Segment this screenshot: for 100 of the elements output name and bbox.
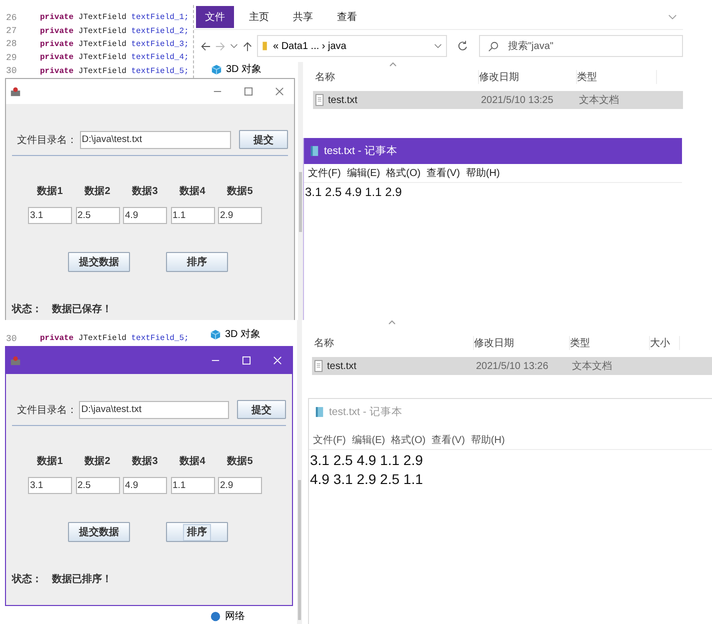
status-label: 状态： [12, 572, 42, 586]
column-header[interactable]: 类型 [577, 70, 657, 84]
ribbon-tab[interactable]: 共享 [284, 6, 322, 28]
line-number: 29 [5, 52, 18, 63]
data-field[interactable]: 4.9 [123, 477, 167, 494]
column-header[interactable]: 修改日期 [479, 70, 577, 84]
nav-item[interactable]: 3D 对象 [211, 63, 262, 75]
menu-item[interactable]: 查看(V) [426, 166, 460, 180]
data-label: 数据2 [83, 454, 112, 468]
submit-button[interactable]: 提交 [238, 130, 288, 149]
submit-button[interactable]: 提交 [237, 400, 286, 419]
text-file-icon [314, 360, 323, 372]
network-icon [210, 610, 221, 622]
menu-item[interactable]: 帮助(H) [466, 166, 500, 180]
menu-item[interactable]: 格式(O) [391, 433, 426, 447]
menu-item[interactable]: 文件(F) [313, 433, 346, 447]
status-text: 数据已保存！ [52, 302, 112, 316]
window-title: test.txt - 记事本 [324, 144, 398, 158]
ribbon-tab[interactable]: 主页 [240, 6, 278, 28]
text-file-icon [315, 94, 324, 106]
column-header[interactable]: 名称 [302, 336, 474, 350]
address-bar[interactable]: « Data1 ... › java [257, 35, 447, 57]
menu-item[interactable]: 编辑(E) [346, 166, 380, 180]
dropdown-icon[interactable] [434, 43, 442, 49]
data-label: 数据3 [130, 454, 159, 468]
status-text: 数据已排序！ [52, 572, 112, 586]
refresh-icon[interactable] [457, 40, 469, 52]
app-icon [10, 355, 21, 366]
search-field[interactable]: 搜索"java" [479, 35, 683, 57]
data-field[interactable]: 3.1 [28, 477, 72, 494]
line-number: 27 [5, 26, 18, 36]
menu-item[interactable]: 帮助(H) [470, 433, 505, 447]
file-row[interactable]: test.txt 2021/5/10 13:25 文本文档 [313, 91, 683, 109]
data-label: 数据3 [130, 184, 159, 198]
text-line: 4.9 3.1 2.9 2.5 1.1 [310, 471, 424, 489]
action-button[interactable]: 排序 [166, 252, 228, 272]
text-line: 3.1 2.5 4.9 1.1 2.9 [305, 185, 403, 200]
code-text: private JTextField textField_5; [40, 66, 189, 76]
code-text: private JTextField textField_1; [40, 13, 189, 22]
path-label: 文件目录名： [17, 134, 78, 146]
ribbon-tab[interactable]: 查看 [328, 6, 366, 28]
action-button[interactable]: 排序 [166, 522, 228, 542]
action-button[interactable]: 提交数据 [68, 252, 130, 272]
code-text: private JTextField textField_5; [40, 334, 189, 344]
ribbon-tab[interactable]: 文件 [196, 6, 234, 28]
data-field[interactable]: 1.1 [170, 477, 214, 494]
data-label: 数据1 [36, 184, 64, 198]
cube-icon [210, 328, 221, 340]
data-label: 数据5 [226, 184, 254, 198]
data-field[interactable]: 2.5 [76, 207, 120, 224]
file-type: 文本文档 [579, 94, 620, 107]
column-header[interactable]: 名称 [303, 70, 479, 84]
data-label: 数据4 [178, 184, 206, 198]
close-icon[interactable] [275, 87, 284, 96]
data-label: 数据1 [36, 454, 64, 468]
scrollbar[interactable] [297, 320, 302, 624]
nav-item[interactable]: 3D 对象 [210, 328, 261, 340]
nav-item[interactable]: 网络 [210, 610, 245, 622]
window-title: test.txt - 记事本 [329, 405, 402, 419]
data-field[interactable]: 3.1 [28, 207, 72, 224]
file-name: test.txt [328, 94, 358, 106]
column-header[interactable]: 类型 [570, 336, 650, 350]
data-field[interactable]: 1.1 [170, 207, 214, 224]
maximize-icon[interactable] [244, 87, 253, 96]
action-button[interactable]: 提交数据 [68, 522, 130, 542]
file-type: 文本文档 [572, 360, 613, 373]
dropdown-icon[interactable] [230, 43, 238, 49]
data-field[interactable]: 4.9 [123, 207, 167, 224]
back-arrow-icon[interactable] [200, 40, 211, 52]
path-field[interactable]: D:\java\test.txt [79, 400, 230, 418]
data-field[interactable]: 2.5 [76, 477, 120, 494]
status-label: 状态： [12, 302, 42, 316]
search-icon [488, 41, 499, 52]
path-field[interactable]: D:\java\test.txt [80, 130, 231, 148]
menu-item[interactable]: 格式(O) [386, 166, 421, 180]
line-number: 30 [5, 66, 18, 76]
data-field[interactable]: 2.9 [218, 207, 262, 224]
path-label: 文件目录名： [17, 404, 78, 416]
code-text: private JTextField textField_2; [40, 26, 189, 36]
file-date: 2021/5/10 13:26 [476, 360, 550, 372]
up-arrow-icon[interactable] [242, 40, 253, 52]
scrollbar[interactable] [298, 62, 303, 320]
menu-item[interactable]: 查看(V) [432, 433, 465, 447]
file-date: 2021/5/10 13:25 [481, 94, 554, 106]
data-label: 数据5 [226, 454, 254, 468]
line-number: 28 [5, 39, 18, 50]
data-field[interactable]: 2.9 [218, 477, 262, 494]
code-text: private JTextField textField_4; [40, 53, 189, 62]
data-label: 数据2 [83, 184, 112, 198]
sort-caret-icon [388, 320, 396, 325]
column-header[interactable]: 修改日期 [474, 336, 570, 350]
chevron-icon[interactable] [668, 14, 677, 20]
app-icon [10, 86, 21, 97]
menu-item[interactable]: 编辑(E) [352, 433, 386, 447]
menu-item[interactable]: 文件(F) [308, 166, 341, 180]
file-name: test.txt [327, 360, 356, 372]
column-header[interactable]: 大小 [650, 336, 680, 350]
notepad-icon [315, 406, 324, 418]
file-row[interactable]: test.txt 2021/5/10 13:26 文本文档 [312, 357, 712, 375]
code-text: private JTextField textField_3; [40, 40, 189, 49]
